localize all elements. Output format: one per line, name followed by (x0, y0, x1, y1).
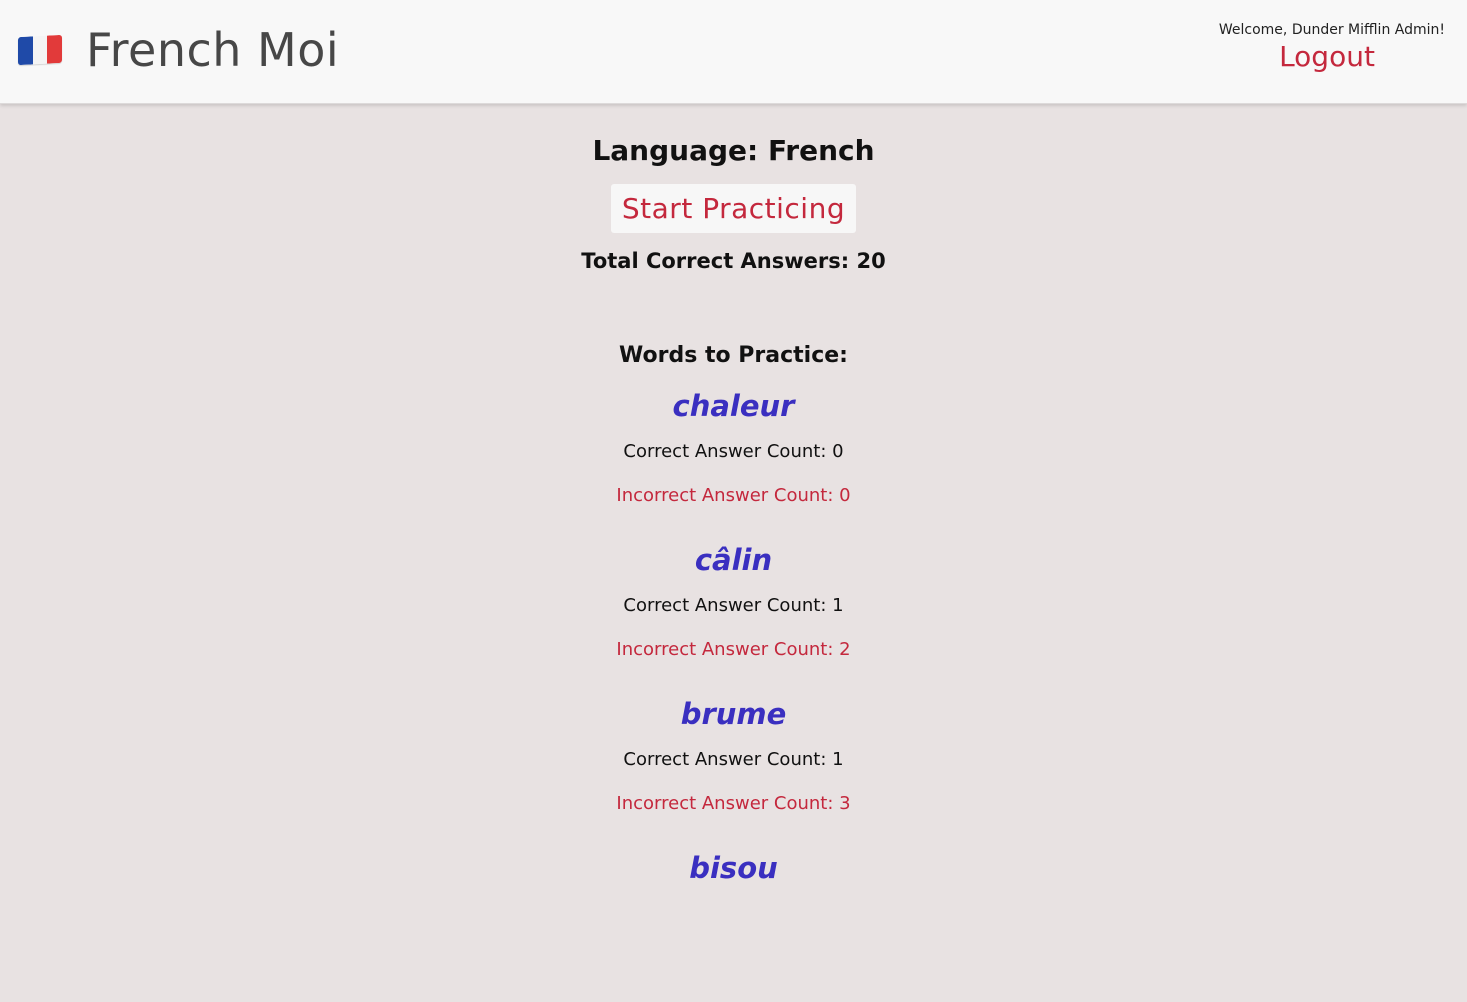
word-title[interactable]: bisou (0, 848, 1467, 888)
word-item: chaleur Correct Answer Count: 0 Incorrec… (0, 386, 1467, 540)
word-title[interactable]: câlin (0, 540, 1467, 580)
logout-link[interactable]: Logout (1279, 40, 1375, 73)
incorrect-answer-count: Incorrect Answer Count: 2 (616, 639, 851, 660)
app-header: French Moi Welcome, Dunder Mifflin Admin… (0, 0, 1467, 104)
brand[interactable]: French Moi (18, 20, 339, 80)
word-item: bisou (0, 848, 1467, 1002)
user-area: Welcome, Dunder Mifflin Admin! Logout (1187, 22, 1447, 73)
language-heading: Language: French (592, 134, 875, 167)
france-flag-icon (18, 34, 62, 66)
incorrect-answer-count: Incorrect Answer Count: 0 (616, 485, 851, 506)
dashboard-main: Language: French Start Practicing Total … (0, 104, 1467, 1002)
total-correct-answers: Total Correct Answers: 20 (581, 249, 886, 273)
word-item: brume Correct Answer Count: 1 Incorrect … (0, 694, 1467, 848)
words-to-practice-heading: Words to Practice: (619, 343, 848, 368)
app-title[interactable]: French Moi (86, 23, 339, 77)
correct-answer-count: Correct Answer Count: 1 (623, 595, 844, 616)
start-practicing-button[interactable]: Start Practicing (610, 184, 857, 233)
correct-answer-count: Correct Answer Count: 0 (623, 441, 844, 462)
word-item: câlin Correct Answer Count: 1 Incorrect … (0, 540, 1467, 694)
word-title[interactable]: chaleur (0, 386, 1467, 426)
word-list: chaleur Correct Answer Count: 0 Incorrec… (0, 386, 1467, 1002)
welcome-message: Welcome, Dunder Mifflin Admin! (1218, 22, 1445, 38)
incorrect-answer-count: Incorrect Answer Count: 3 (616, 793, 851, 814)
word-title[interactable]: brume (0, 694, 1467, 734)
correct-answer-count: Correct Answer Count: 1 (623, 749, 844, 770)
